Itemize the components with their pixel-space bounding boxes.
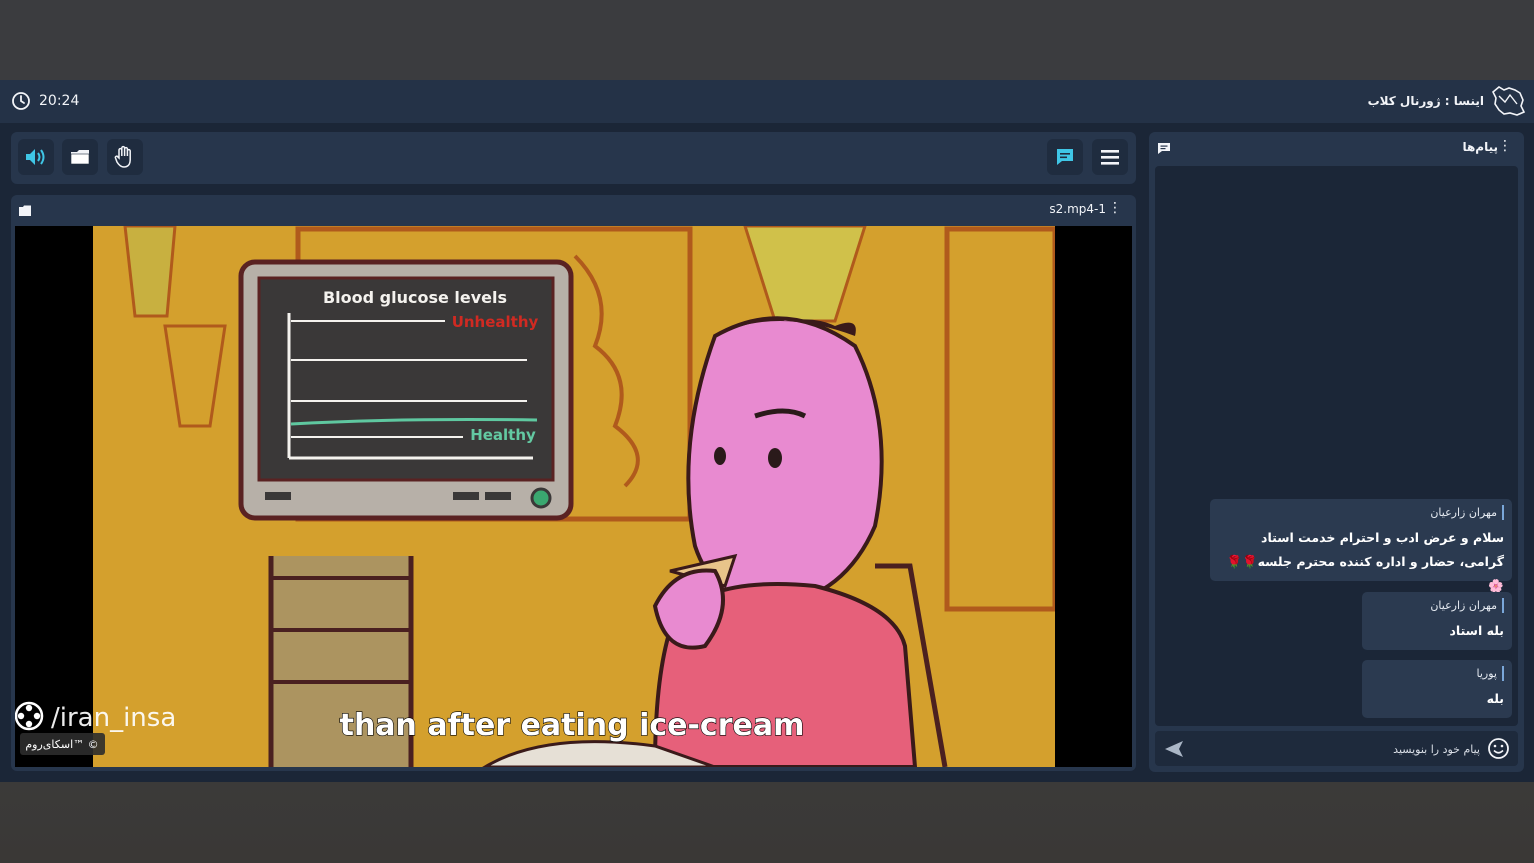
app-title: اینسا : ژورنال کلاب <box>1367 94 1484 108</box>
raise-hand-button[interactable] <box>107 139 143 175</box>
send-icon[interactable] <box>1163 738 1185 760</box>
message-input[interactable] <box>1195 737 1480 761</box>
top-header: 20:24 اینسا : ژورنال کلاب <box>0 80 1534 123</box>
menu-icon <box>1101 150 1119 165</box>
chat-toggle-button[interactable] <box>1047 139 1083 175</box>
message-author: مهران زارعیان <box>1372 598 1504 613</box>
emoji-icon[interactable] <box>1487 737 1510 760</box>
chart-title: Blood glucose levels <box>323 288 507 307</box>
chat-title: پیام‌ها <box>1462 140 1498 154</box>
outer-frame-bottom <box>0 782 1534 863</box>
chat-more-options-icon[interactable]: ⋮ <box>1498 139 1512 153</box>
skyroom-badge: اسکای‌روم™ © <box>25 738 98 751</box>
chat-message: مهران زارعیان سلام و عرض ادب و احترام خد… <box>1210 499 1512 593</box>
speaker-icon <box>26 149 45 165</box>
outer-frame-top <box>0 0 1534 80</box>
video-frame: Blood glucose levels Unhealthy Healthy t… <box>15 226 1132 767</box>
session-clock: 20:24 <box>11 91 79 111</box>
file-icon[interactable] <box>18 204 32 217</box>
chat-input-bar <box>1155 731 1518 766</box>
message-text: سلام و عرض ادب و احترام خدمت استاد گرامی… <box>1226 530 1504 593</box>
video-file-name: s2.mp4-1 <box>1049 202 1106 216</box>
clock-icon <box>12 92 30 110</box>
hand-icon <box>114 145 131 168</box>
folder-icon <box>70 150 90 165</box>
watermark-handle: /iran_insa <box>51 703 176 733</box>
more-options-icon[interactable]: ⋮ <box>1108 201 1122 215</box>
speaker-button[interactable] <box>18 139 54 175</box>
label-unhealthy: Unhealthy <box>452 313 539 331</box>
chat-panel: پیام‌ها ⋮ مهران زارعیان سلام و عرض ادب و… <box>1149 132 1524 772</box>
iran-map-logo-icon <box>1492 86 1526 116</box>
message-text: بله <box>1486 691 1504 706</box>
message-author: پوریا <box>1372 666 1504 681</box>
menu-button[interactable] <box>1092 139 1128 175</box>
brand: اینسا : ژورنال کلاب <box>1368 84 1526 118</box>
message-text: بله استاد <box>1449 623 1504 638</box>
video-panel-header: s2.mp4-1 ⋮ <box>11 195 1136 223</box>
video-subtitle: than after eating ice-cream <box>340 708 805 743</box>
chat-header: پیام‌ها ⋮ <box>1149 132 1524 162</box>
message-author: مهران زارعیان <box>1220 505 1504 520</box>
app-window: 20:24 اینسا : ژورنال کلاب s2.mp4-1 ⋮ Blo… <box>0 80 1534 782</box>
label-healthy: Healthy <box>470 426 536 444</box>
toolbar <box>11 132 1136 184</box>
chat-message: پوریا بله <box>1362 660 1512 718</box>
files-button[interactable] <box>62 139 98 175</box>
video-panel: s2.mp4-1 ⋮ Blood glucose levels Unhealth… <box>11 195 1136 771</box>
chat-bubble-icon <box>1158 143 1170 154</box>
chat-icon <box>1057 149 1073 165</box>
clock-text: 20:24 <box>39 93 80 109</box>
video-player[interactable]: Blood glucose levels Unhealthy Healthy t… <box>15 226 1132 767</box>
chat-message: مهران زارعیان بله استاد <box>1362 592 1512 650</box>
chat-messages[interactable]: مهران زارعیان سلام و عرض ادب و احترام خد… <box>1155 166 1518 726</box>
